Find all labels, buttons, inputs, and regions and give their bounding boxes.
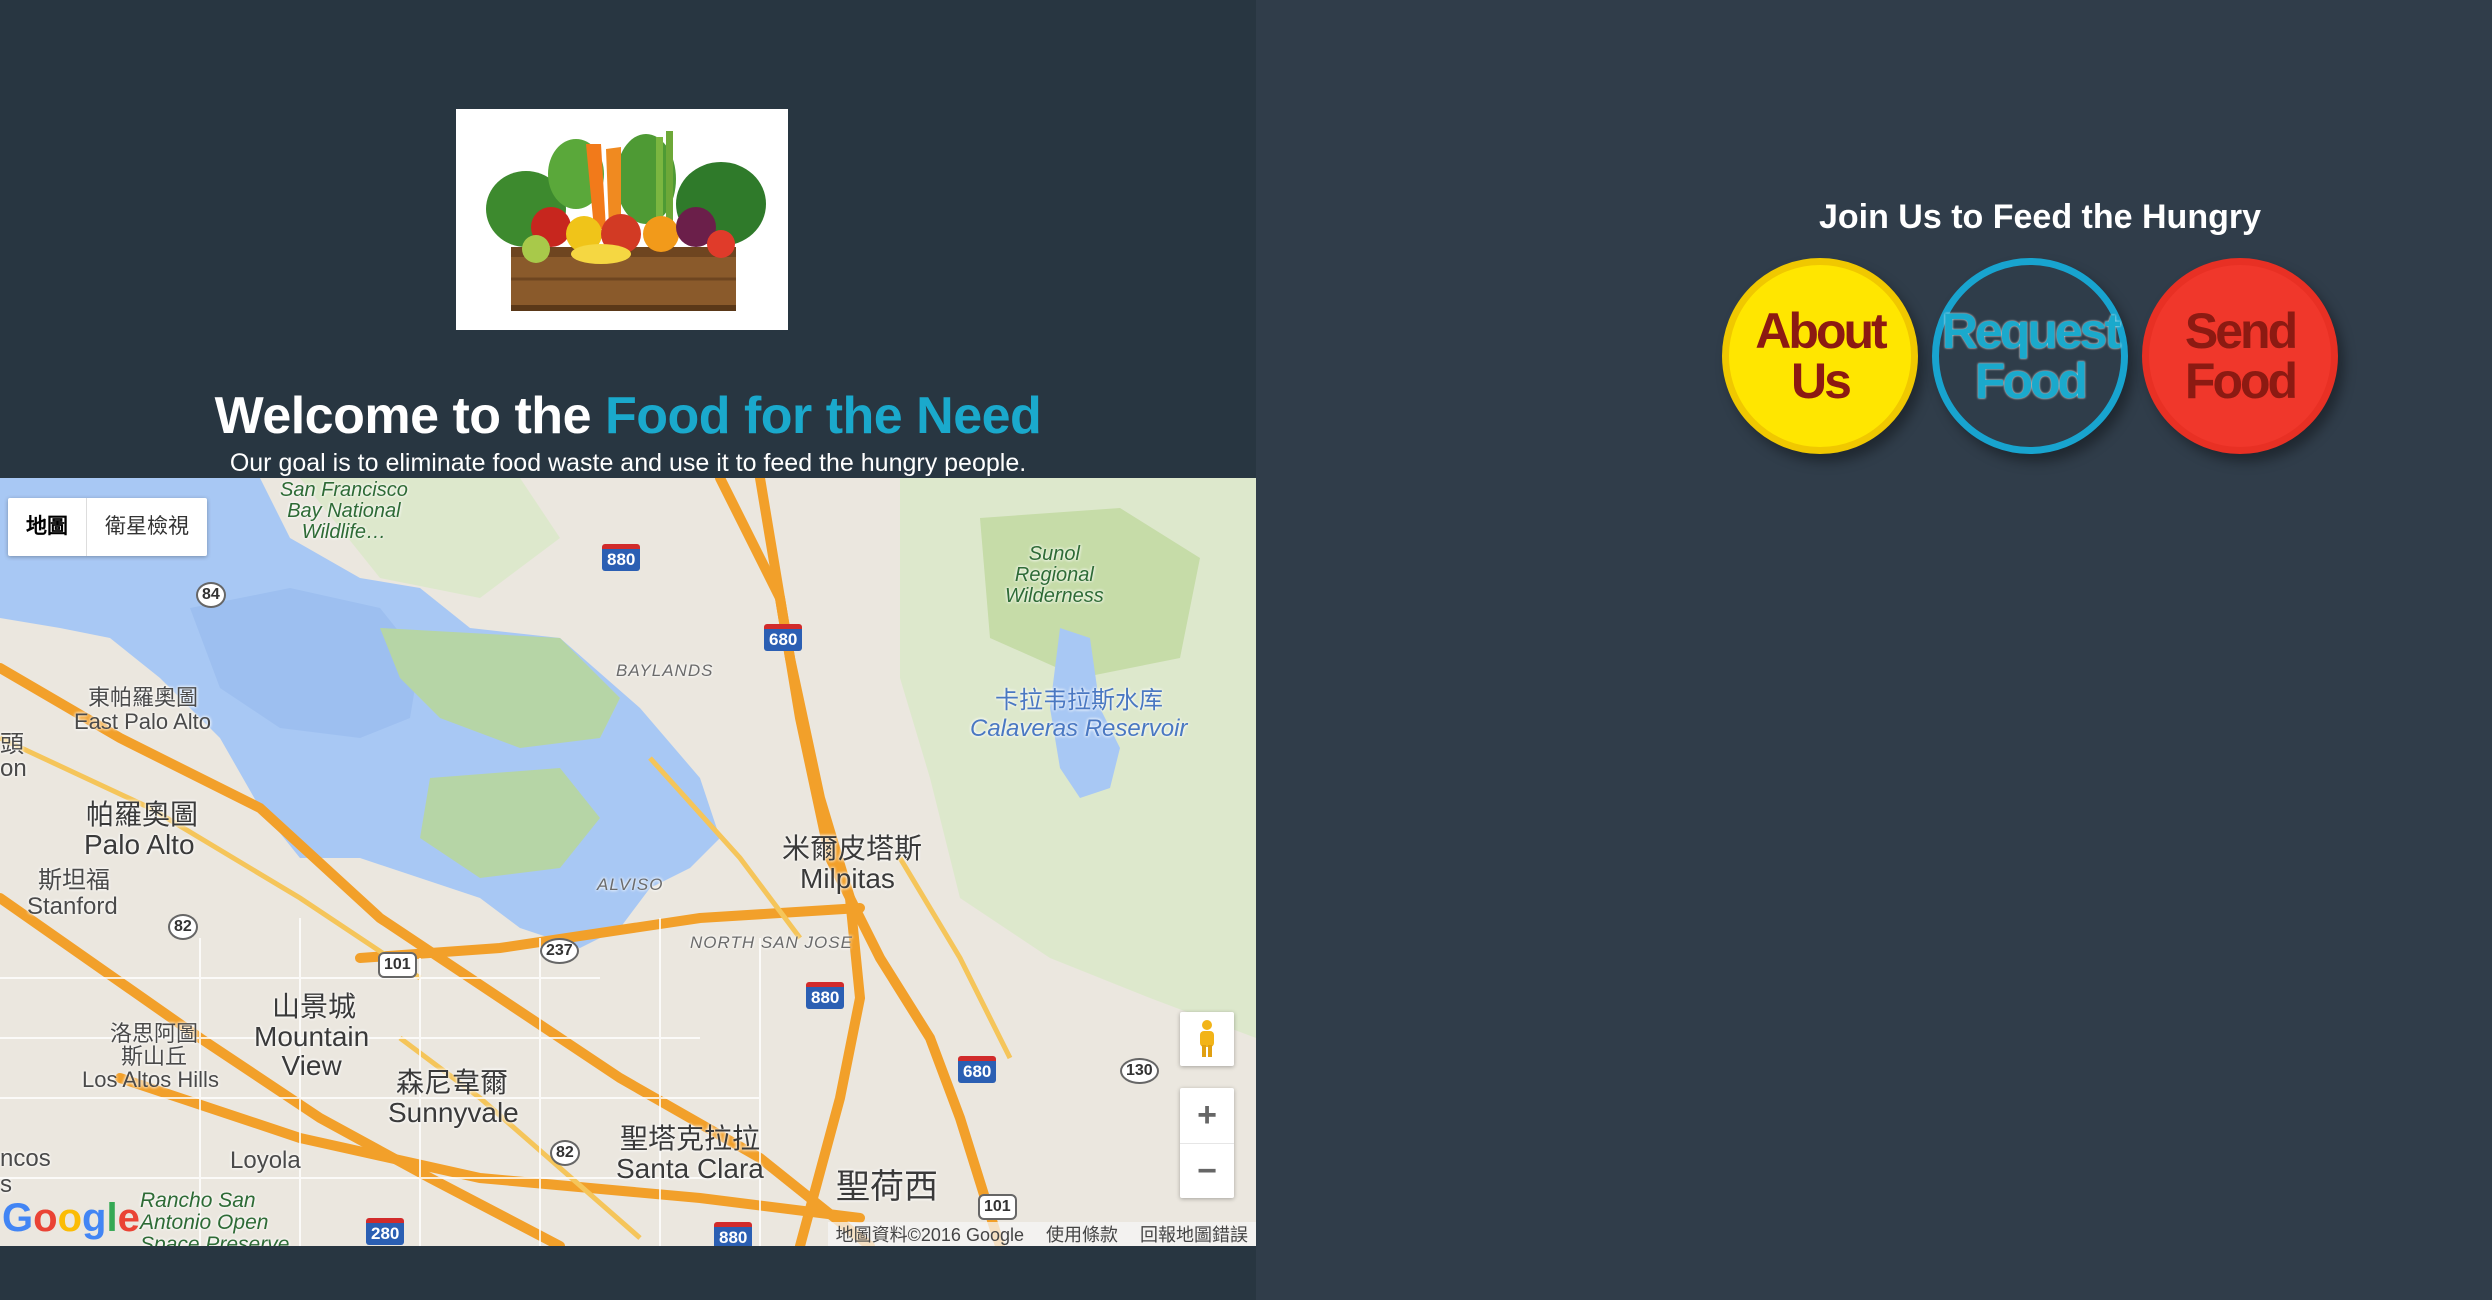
map-label-santa-clara-cn: 聖塔克拉拉 — [620, 1123, 761, 1154]
map-label-los-altos-hills-en: Los Altos Hills — [82, 1067, 219, 1092]
map-label-san-jose-cn: 聖荷西 — [836, 1168, 938, 1206]
terms-of-use-link[interactable]: 使用條款 — [1046, 1221, 1118, 1246]
left-panel: Welcome to the Food for the Need Our goa… — [0, 0, 1256, 1300]
map-label-mountain-view-cn: 山景城 — [272, 991, 357, 1022]
right-panel — [1256, 0, 2492, 1300]
map-label-milpitas-cn: 米爾皮塔斯 — [782, 833, 923, 864]
interstate-880-shield: 880 — [806, 982, 845, 1009]
interstate-880-shield: 880 — [602, 544, 641, 571]
us-101-shield: 101 — [378, 952, 417, 978]
map-label-east-palo-alto-cn: 東帕羅奧圖 — [88, 685, 199, 710]
interstate-680-shield: 680 — [764, 624, 803, 651]
map-type-control: 地圖 衛星檢視 — [8, 498, 207, 556]
zoom-control: + − — [1180, 1088, 1234, 1198]
map-label-stanford-en: Stanford — [27, 893, 118, 920]
send-food-label: Send Food — [2184, 303, 2298, 409]
route-82-shield: 82 — [550, 1140, 580, 1166]
map-label-loyola: Loyola — [230, 1147, 301, 1174]
route-130-shield: 130 — [1120, 1058, 1159, 1084]
brand-name: Food for the Need — [604, 387, 1042, 445]
map-label-calaveras-cn: 卡拉韦拉斯水库 — [995, 687, 1163, 714]
map-label-left-edge-4: s — [0, 1171, 12, 1198]
map-label-calaveras-en: Calaveras Reservoir — [970, 715, 1188, 742]
google-map[interactable]: San Francisco Bay National Wildlife… Sun… — [0, 478, 1256, 1246]
map-footer: 地圖資料©2016 Google 使用條款 回報地圖錯誤 — [827, 1221, 1256, 1246]
welcome-prefix: Welcome to the — [214, 387, 605, 445]
map-label-palo-alto-en: Palo Alto — [84, 829, 195, 860]
goal-text: Our goal is to eliminate food waste and … — [229, 449, 1027, 477]
google-logo: Google — [2, 1196, 140, 1240]
map-label-los-altos-hills-cn: 洛思阿圖 斯山丘 — [110, 1021, 199, 1070]
map-type-map-button[interactable]: 地圖 — [8, 498, 87, 556]
interstate-880-shield: 880 — [714, 1222, 753, 1246]
request-food-button[interactable]: Request Food — [1932, 258, 2128, 454]
interstate-280-shield: 280 — [366, 1218, 405, 1245]
report-map-error-link[interactable]: 回報地圖錯誤 — [1140, 1221, 1248, 1246]
map-label-sunnyvale-cn: 森尼韋爾 — [396, 1067, 509, 1098]
request-food-label: Request Food — [1941, 303, 2121, 409]
send-food-button[interactable]: Send Food — [2142, 258, 2338, 454]
map-label-stanford-cn: 斯坦福 — [38, 867, 110, 894]
map-label-sf-bay: San Francisco Bay National Wildlife… — [280, 479, 408, 543]
interstate-680-shield: 680 — [958, 1056, 997, 1083]
map-label-east-palo-alto-en: East Palo Alto — [74, 709, 211, 734]
map-label-alviso: ALVISO — [597, 875, 664, 894]
about-us-button[interactable]: About Us — [1722, 258, 1918, 454]
map-label-left-edge-1: 頭 — [0, 731, 24, 758]
map-type-satellite-button[interactable]: 衛星檢視 — [87, 498, 207, 556]
map-label-milpitas-en: Milpitas — [800, 863, 895, 894]
vegetable-box-image — [456, 109, 788, 330]
map-label-left-edge-3: ncos — [0, 1145, 51, 1172]
map-label-sunol: Sunol Regional Wilderness — [1005, 543, 1104, 607]
map-label-north-san-jose: NORTH SAN JOSE — [690, 933, 853, 952]
map-label-rancho: Rancho San Antonio Open Space Preserve — [140, 1189, 290, 1246]
map-label-santa-clara-en: Santa Clara — [616, 1153, 764, 1184]
map-data-attribution: 地圖資料©2016 Google — [835, 1225, 1024, 1245]
route-237-shield: 237 — [540, 938, 579, 964]
join-us-heading: Join Us to Feed the Hungry — [1818, 198, 2262, 236]
zoom-in-button[interactable]: + — [1180, 1088, 1234, 1144]
map-label-mountain-view-en: Mountain View — [254, 1021, 370, 1082]
zoom-out-button[interactable]: − — [1180, 1144, 1234, 1199]
us-101-shield: 101 — [978, 1194, 1017, 1220]
route-84-shield: 84 — [196, 582, 226, 608]
about-us-label: About Us — [1755, 303, 1887, 409]
map-label-baylands: BAYLANDS — [616, 661, 714, 680]
map-label-palo-alto-cn: 帕羅奧圖 — [86, 799, 199, 830]
street-view-pegman-icon[interactable] — [1180, 1012, 1234, 1066]
map-label-sunnyvale-en: Sunnyvale — [388, 1097, 519, 1128]
route-82-shield: 82 — [168, 914, 198, 940]
welcome-heading: Welcome to the Food for the Need — [0, 386, 1256, 446]
map-label-left-edge-2: on — [0, 755, 27, 782]
